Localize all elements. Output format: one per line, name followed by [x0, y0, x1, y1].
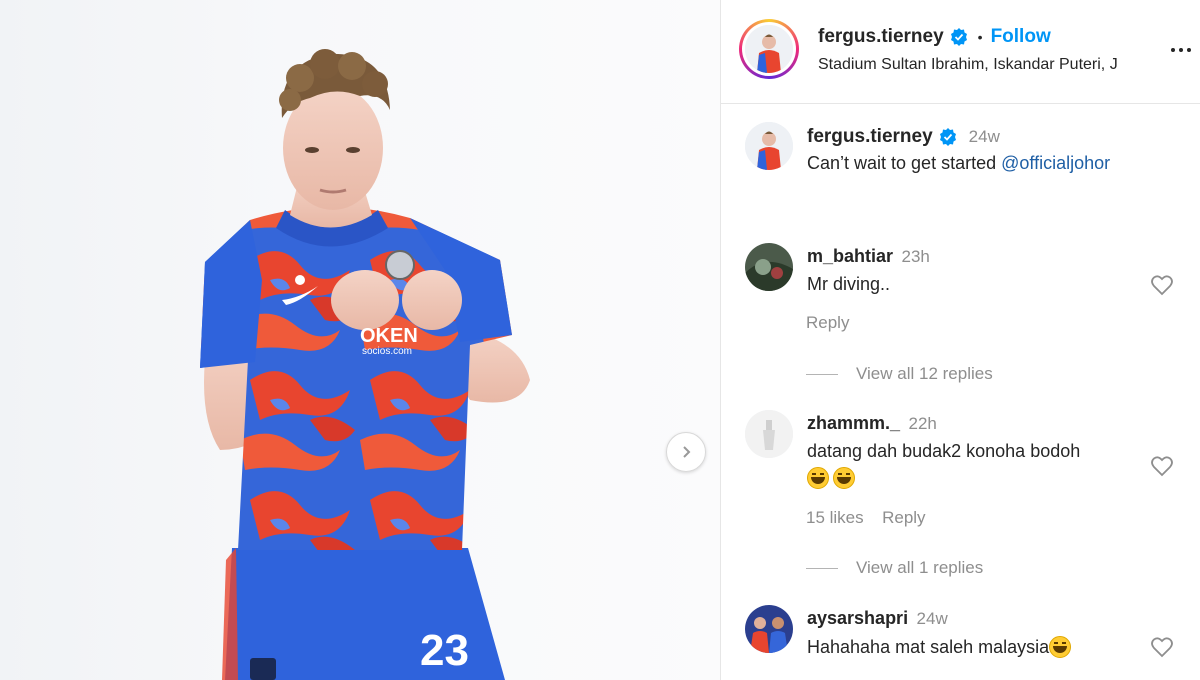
heart-icon[interactable] [1150, 635, 1174, 659]
comment-likes[interactable]: 15 likes [806, 508, 864, 527]
next-photo-button[interactable] [666, 432, 706, 472]
commenter-avatar[interactable] [745, 243, 793, 291]
laughing-emoji-icon [833, 467, 855, 489]
laughing-emoji-icon [1049, 636, 1072, 658]
post-side-panel: fergus.tierney • Follow Stadium Sultan I… [721, 0, 1200, 680]
comment-username[interactable]: m_bahtiar [807, 246, 893, 266]
view-replies-button[interactable]: View all 12 replies [806, 364, 993, 384]
comment-emojis [807, 467, 859, 489]
caption-text: Can’t wait to get started [807, 153, 1002, 173]
caption-mention[interactable]: @officialjohor [1001, 153, 1110, 173]
reply-button[interactable]: Reply [806, 313, 849, 333]
caption-username[interactable]: fergus.tierney [807, 126, 933, 148]
post-header: fergus.tierney • Follow Stadium Sultan I… [721, 0, 1200, 104]
caption-time[interactable]: 24w [969, 127, 1000, 147]
author-avatar [745, 25, 793, 73]
reply-button[interactable]: Reply [882, 508, 925, 527]
sponsor-subtext: socios.com [362, 346, 412, 357]
commenter-avatar[interactable] [745, 410, 793, 458]
header-separator: • [977, 29, 983, 45]
post-photo[interactable]: OKEN socios.com 23 [0, 0, 720, 680]
commenter-avatar[interactable] [745, 605, 793, 653]
verified-badge-icon [939, 128, 956, 146]
author-username[interactable]: fergus.tierney [818, 26, 944, 48]
heart-icon[interactable] [1150, 273, 1174, 297]
comment-text: datang dah budak2 konoha bodoh [807, 441, 1081, 461]
laughing-emoji-icon [807, 467, 829, 489]
author-avatar-ring[interactable] [739, 19, 799, 79]
club-crest [250, 658, 276, 680]
comment-text: Mr diving.. [807, 274, 891, 294]
comment-username[interactable]: zhammm._ [807, 413, 900, 433]
post-location[interactable]: Stadium Sultan Ibrahim, Iskandar Puteri,… [818, 56, 1118, 74]
comment-time[interactable]: 23h [901, 247, 929, 266]
comment-text: Hahahaha mat saleh malaysia [807, 636, 1050, 657]
follow-button[interactable]: Follow [991, 26, 1051, 48]
more-options-icon[interactable] [1169, 38, 1193, 62]
view-replies-button[interactable]: View all 1 replies [806, 558, 983, 578]
verified-badge-icon [950, 28, 967, 46]
comment-time[interactable]: 22h [909, 414, 937, 433]
sponsor-text: OKEN [360, 325, 418, 347]
chevron-right-icon [683, 446, 691, 458]
comment-time[interactable]: 24w [917, 609, 948, 628]
caption-avatar[interactable] [745, 122, 793, 170]
player-photo: OKEN socios.com 23 [200, 49, 530, 680]
jersey-number: 23 [420, 626, 469, 675]
heart-icon[interactable] [1150, 454, 1174, 478]
comment-username[interactable]: aysarshapri [807, 608, 908, 628]
